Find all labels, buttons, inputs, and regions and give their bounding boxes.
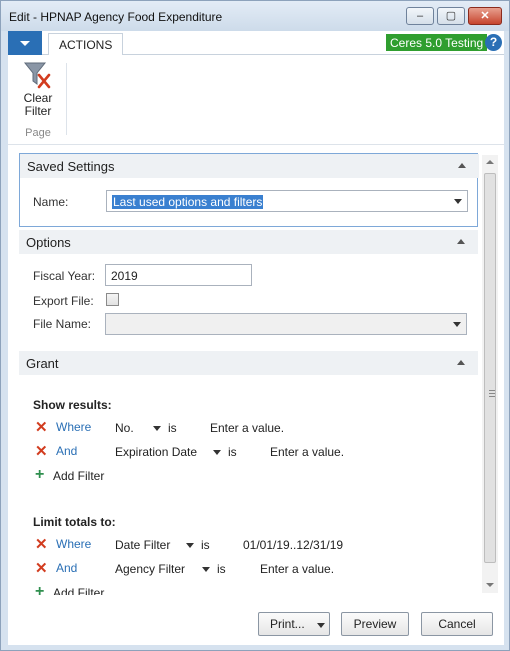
help-icon[interactable]: ? — [485, 34, 502, 51]
chevron-down-icon — [317, 623, 325, 628]
clear-filter-button[interactable]: Clear Filter — [15, 60, 61, 126]
title-bar: Edit - HPNAP Agency Food Expenditure – ▢… — [1, 1, 509, 31]
scroll-up-icon[interactable] — [486, 160, 494, 164]
ribbon-tab-bar: ACTIONS Ceres 5.0 Testing ? — [8, 31, 504, 55]
remove-filter-icon[interactable]: ✕ — [35, 537, 48, 552]
file-name-label: File Name: — [33, 317, 92, 331]
request-page-content: Saved Settings Name: Last used options a… — [8, 145, 504, 645]
show-results-label: Show results: — [33, 398, 112, 412]
vertical-scrollbar[interactable] — [482, 155, 498, 593]
export-file-label: Export File: — [33, 294, 94, 308]
filter-value[interactable]: Enter a value. — [270, 445, 344, 459]
scroll-down-icon[interactable] — [486, 583, 494, 587]
ribbon-panel: Clear Filter Page — [8, 55, 504, 145]
maximize-button[interactable]: ▢ — [437, 7, 465, 25]
scrollbar-thumb[interactable] — [484, 173, 496, 563]
filter-operator: is — [217, 562, 226, 576]
preview-button[interactable]: Preview — [341, 612, 409, 636]
chevron-down-icon — [453, 322, 461, 327]
limit-totals-label: Limit totals to: — [33, 515, 116, 529]
clear-filter-label-line2: Filter — [24, 104, 52, 118]
clear-filter-icon — [23, 62, 51, 89]
add-filter-icon[interactable]: + — [35, 467, 47, 483]
filter-operator: is — [201, 538, 210, 552]
filter-field[interactable]: No. — [115, 421, 134, 435]
filter-operator: is — [228, 445, 237, 459]
chevron-down-icon[interactable] — [213, 450, 221, 455]
filter-value[interactable]: Enter a value. — [210, 421, 284, 435]
saved-settings-name-dropdown[interactable]: Last used options and filters — [106, 190, 468, 212]
grant-header[interactable]: Grant — [19, 351, 478, 375]
print-button-label: Print... — [270, 617, 305, 631]
environment-badge: Ceres 5.0 Testing — [386, 34, 488, 51]
dialog-window: Edit - HPNAP Agency Food Expenditure – ▢… — [0, 0, 510, 651]
section-title: Grant — [26, 356, 59, 371]
name-value: Last used options and filters — [112, 195, 264, 209]
chevron-up-icon[interactable] — [458, 163, 466, 168]
chevron-up-icon[interactable] — [457, 239, 465, 244]
remove-filter-icon[interactable]: ✕ — [35, 561, 48, 576]
filter-operator: is — [168, 421, 177, 435]
filter-field[interactable]: Agency Filter — [115, 562, 185, 576]
clipped-row: + Add Filter — [8, 583, 478, 596]
chevron-down-icon[interactable] — [153, 426, 161, 431]
add-filter-icon[interactable]: + — [35, 584, 47, 596]
grip-icon — [489, 390, 495, 397]
saved-settings-header[interactable]: Saved Settings — [20, 154, 479, 178]
options-header[interactable]: Options — [19, 230, 478, 254]
saved-settings-section: Saved Settings Name: Last used options a… — [19, 153, 479, 227]
close-button[interactable]: ✕ — [468, 7, 502, 25]
section-title: Saved Settings — [27, 159, 115, 174]
clear-filter-label: Clear Filter — [15, 92, 61, 118]
add-filter-link[interactable]: Add Filter — [53, 586, 104, 595]
ribbon-group-divider — [66, 63, 67, 135]
filter-field[interactable]: Expiration Date — [115, 445, 197, 459]
ribbon-group-label: Page — [25, 127, 51, 139]
filter-value[interactable]: 01/01/19..12/31/19 — [243, 538, 343, 552]
tab-actions[interactable]: ACTIONS — [48, 33, 124, 55]
minimize-button[interactable]: – — [406, 7, 434, 25]
chevron-up-icon[interactable] — [457, 360, 465, 365]
app-menu-button[interactable] — [8, 31, 42, 55]
add-filter-link[interactable]: Add Filter — [53, 469, 104, 483]
section-title: Options — [26, 235, 71, 250]
filter-conjunction[interactable]: Where — [56, 420, 91, 434]
chevron-down-icon — [454, 199, 462, 204]
remove-filter-icon[interactable]: ✕ — [35, 444, 48, 459]
name-label: Name: — [33, 195, 69, 209]
dialog-footer: Print... Preview Cancel — [8, 597, 504, 645]
filter-conjunction[interactable]: And — [56, 444, 77, 458]
window-title: Edit - HPNAP Agency Food Expenditure — [9, 10, 223, 24]
filter-conjunction[interactable]: Where — [56, 537, 91, 551]
cancel-button[interactable]: Cancel — [421, 612, 493, 636]
filter-field[interactable]: Date Filter — [115, 538, 170, 552]
remove-filter-icon[interactable]: ✕ — [35, 420, 48, 435]
print-button[interactable]: Print... — [258, 612, 330, 636]
chevron-down-icon[interactable] — [202, 567, 210, 572]
fiscal-year-label: Fiscal Year: — [33, 269, 96, 283]
filter-conjunction[interactable]: And — [56, 561, 77, 575]
filter-value[interactable]: Enter a value. — [260, 562, 334, 576]
chevron-down-icon[interactable] — [186, 543, 194, 548]
export-file-checkbox[interactable] — [106, 293, 119, 306]
file-name-dropdown[interactable] — [105, 313, 467, 335]
fiscal-year-input[interactable]: 2019 — [105, 264, 252, 286]
chevron-down-icon — [20, 41, 30, 46]
